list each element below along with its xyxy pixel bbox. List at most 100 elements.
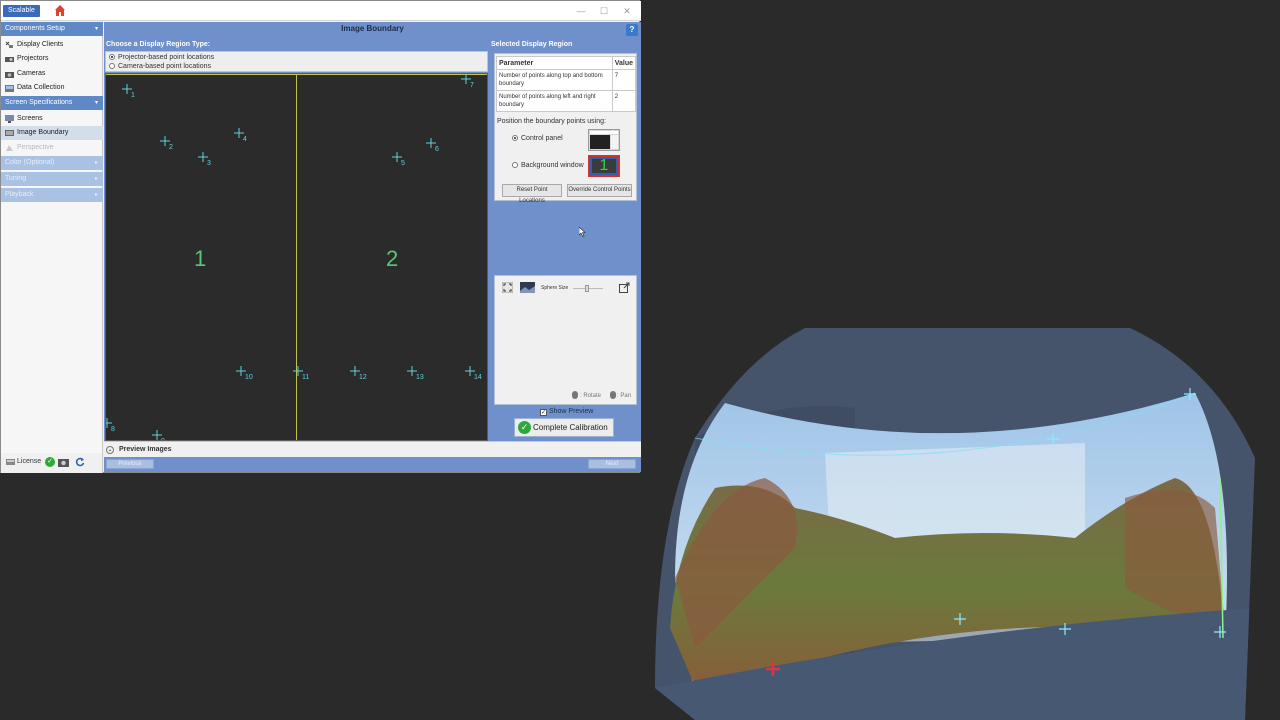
preview-images-expander[interactable]: ⌄ Preview Images <box>104 441 641 457</box>
region-top-boundary <box>106 74 487 75</box>
screen-specifications-header[interactable]: Screen Specifications ▾ <box>1 96 103 110</box>
radio-unselected-icon <box>512 162 518 168</box>
radio-label: Projector-based point locations <box>118 54 215 61</box>
playback-header[interactable]: Playback ▸ <box>1 188 103 202</box>
screen-specifications-label: Screen Specifications <box>5 99 73 106</box>
region-divider <box>296 74 297 440</box>
display-clients-icon <box>5 41 13 48</box>
control-point-12[interactable]: 12 <box>350 366 380 382</box>
control-point-label: 10 <box>245 374 253 381</box>
control-point-label: 6 <box>435 146 439 153</box>
control-point-13[interactable]: 13 <box>407 366 437 382</box>
control-point-9[interactable]: 9 <box>152 430 182 441</box>
help-button[interactable]: ? <box>626 24 638 36</box>
radio-selected-icon <box>512 135 518 141</box>
minimize-button[interactable]: — <box>574 4 588 18</box>
wizard-nav-bar: Previous Next <box>104 457 641 472</box>
show-preview-toggle[interactable]: ✓ Show Preview <box>540 408 593 416</box>
tuning-header[interactable]: Tuning ▸ <box>1 172 103 186</box>
sphere-size-label: Sphere Size <box>541 285 569 291</box>
control-point-5[interactable]: 5 <box>392 152 422 168</box>
refresh-icon[interactable] <box>75 457 85 467</box>
complete-calibration-label: Complete Calibration <box>533 423 608 432</box>
parameter-panel: Parameter Value Number of points along t… <box>494 53 637 204</box>
components-setup-header[interactable]: Components Setup ▾ <box>1 22 103 36</box>
sidebar-item-label: Data Collection <box>17 84 65 91</box>
page-title: Image Boundary <box>341 24 404 33</box>
app-menu-button[interactable]: Scalable <box>3 5 40 17</box>
sphere-size-slider[interactable] <box>585 285 589 292</box>
control-point-8[interactable]: 8 <box>105 418 132 434</box>
close-button[interactable]: ✕ <box>620 4 634 18</box>
license-link[interactable]: License <box>17 458 41 465</box>
sidebar-item-cameras[interactable]: Cameras <box>1 67 103 81</box>
sidebar-item-label: Display Clients <box>17 41 64 48</box>
fullscreen-icon[interactable] <box>502 282 513 293</box>
sidebar-item-screens[interactable]: Screens <box>1 112 103 126</box>
thumbnail-titlebar <box>590 131 618 134</box>
mouse-right-icon <box>610 391 616 399</box>
control-panel-thumbnail[interactable] <box>588 129 620 151</box>
sidebar: Components Setup ▾ Display Clients Proje… <box>1 22 103 453</box>
override-control-points-button[interactable]: Override Control Points <box>567 184 632 197</box>
radio-projector-based[interactable]: Projector-based point locations <box>109 53 214 62</box>
sphere-image-icon[interactable] <box>520 282 535 293</box>
sidebar-item-image-boundary[interactable]: Image Boundary <box>1 126 103 140</box>
tuning-label: Tuning <box>5 175 27 182</box>
control-point-label: 5 <box>401 160 405 167</box>
control-point-3[interactable]: 3 <box>198 152 228 168</box>
control-point-6[interactable]: 6 <box>426 138 456 154</box>
sidebar-item-perspective[interactable]: Perspective <box>1 141 103 155</box>
display-region-canvas[interactable]: 1 2 1234567891011121314 <box>105 73 488 441</box>
perspective-icon <box>6 145 13 151</box>
control-point-label: 2 <box>169 144 173 151</box>
control-point-14[interactable]: 14 <box>465 366 488 382</box>
pan-hint: : Pan <box>617 393 632 399</box>
camera-icon[interactable] <box>58 457 69 467</box>
radio-background-window[interactable]: Background window <box>512 162 584 169</box>
value-cell[interactable]: 2 <box>611 90 637 112</box>
choose-region-type-label: Choose a Display Region Type: <box>106 41 211 48</box>
control-point-2[interactable]: 2 <box>160 136 190 152</box>
control-point-label: 8 <box>111 426 115 433</box>
control-point-7[interactable]: 7 <box>461 74 488 90</box>
sidebar-item-label: Perspective <box>17 144 54 151</box>
control-point-4[interactable]: 4 <box>234 128 264 144</box>
next-button[interactable]: Next <box>588 459 636 469</box>
maximize-button[interactable]: ☐ <box>597 4 611 18</box>
radio-label: Background window <box>521 162 584 169</box>
playback-label: Playback <box>5 191 34 198</box>
background-window-thumbnail[interactable]: 1 <box>588 155 620 177</box>
image-boundary-icon <box>5 130 14 136</box>
chevron-down-icon: ▾ <box>94 26 98 32</box>
table-row: Number of points along top and bottom bo… <box>496 69 637 91</box>
radio-control-panel[interactable]: Control panel <box>512 135 563 142</box>
components-setup-label: Components Setup <box>5 25 65 32</box>
popout-icon[interactable] <box>619 282 630 293</box>
home-icon[interactable] <box>54 4 66 17</box>
radio-label: Camera-based point locations <box>118 63 211 70</box>
preview-panel[interactable]: Sphere Size : Rotate : Pan <box>494 275 637 405</box>
radio-camera-based[interactable]: Camera-based point locations <box>109 62 211 71</box>
mouse-left-icon <box>572 391 578 399</box>
sidebar-item-display-clients[interactable]: Display Clients <box>1 38 103 52</box>
previous-button[interactable]: Previous <box>106 459 154 469</box>
sidebar-item-data-collection[interactable]: Data Collection <box>1 81 103 95</box>
color-optional-label: Color (Optional) <box>5 159 55 166</box>
control-point-11[interactable]: 11 <box>293 366 323 382</box>
chevron-down-icon: ⌄ <box>106 446 114 454</box>
sidebar-item-label: Cameras <box>17 70 46 77</box>
control-point-label: 11 <box>302 374 309 381</box>
sidebar-item-projectors[interactable]: Projectors <box>1 52 103 66</box>
region-type-options: Projector-based point locations Camera-b… <box>105 51 488 72</box>
value-cell[interactable]: 7 <box>611 69 637 91</box>
control-point-10[interactable]: 10 <box>236 366 266 382</box>
color-optional-header[interactable]: Color (Optional) ▸ <box>1 156 103 170</box>
reset-point-locations-button[interactable]: Reset Point Locations <box>502 184 562 204</box>
chevron-right-icon: ▸ <box>94 192 98 198</box>
thumbnail-preview <box>590 135 610 149</box>
parameter-cell: Number of points along left and right bo… <box>496 90 613 112</box>
complete-calibration-button[interactable]: ✓ Complete Calibration <box>514 418 614 437</box>
position-points-label: Position the boundary points using: <box>497 118 606 125</box>
control-point-1[interactable]: 1 <box>122 84 152 100</box>
